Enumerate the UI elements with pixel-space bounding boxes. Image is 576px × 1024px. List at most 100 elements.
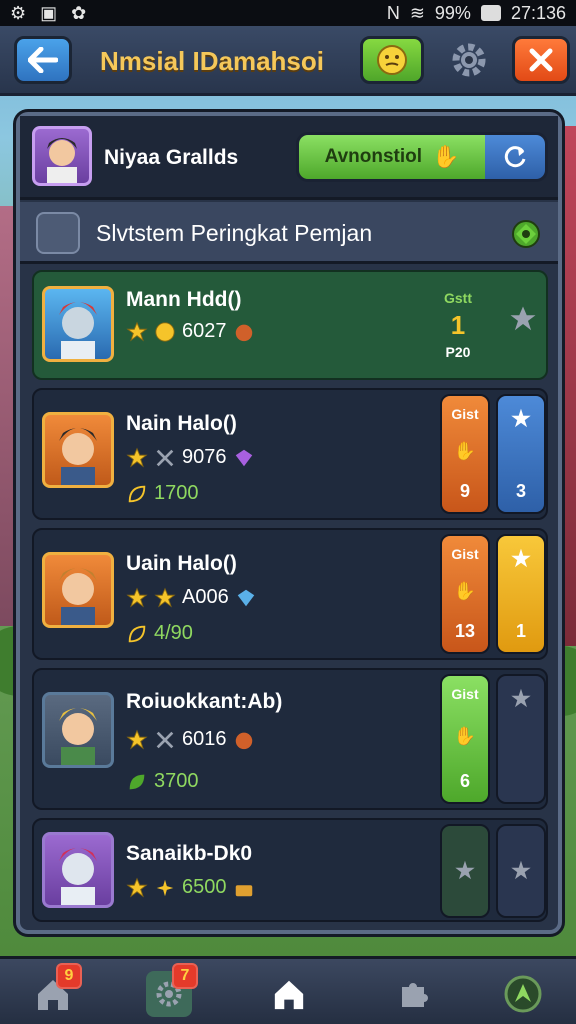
player-stats: 9076	[126, 446, 255, 469]
puzzle-icon	[402, 983, 428, 1007]
signal-indicator: N	[386, 2, 400, 23]
user-header: Niyaa Grallds Avnonstiol ✋	[20, 116, 558, 200]
wifi-icon: ≋	[409, 2, 425, 23]
rank-chip[interactable]: Gist ✋ 13	[440, 534, 490, 654]
fruit-icon	[235, 324, 252, 341]
rank-chip[interactable]: Gist ✋ 9	[440, 394, 490, 514]
top-bar: Nmsial IDamahsoi	[0, 26, 576, 96]
player-stats: 6500	[126, 876, 255, 899]
back-button[interactable]	[14, 36, 72, 84]
player-score: A006	[182, 586, 229, 608]
star-icon	[154, 587, 176, 608]
star-chip[interactable]: ★	[496, 674, 546, 804]
player-stats: A006	[126, 586, 257, 609]
chip-value: 9	[459, 481, 470, 501]
page-title: Nmsial IDamahsoi	[100, 46, 324, 76]
chip-value: 6	[459, 771, 470, 791]
chip-label: Gist	[451, 686, 479, 702]
player-row-5[interactable]: Sanaikb-Dk0 6500 ★ ★	[32, 818, 548, 922]
avatar-portrait-icon	[47, 138, 77, 183]
star-icon: ★	[511, 546, 531, 571]
sparkle-icon	[156, 879, 174, 896]
chip-value: 13	[454, 621, 476, 641]
player-avatar	[42, 832, 114, 908]
hand-icon: ✋	[432, 144, 460, 169]
close-button[interactable]	[512, 36, 570, 84]
basket-icon	[235, 884, 252, 896]
star-icon	[126, 877, 148, 898]
rank-chip[interactable]: Gist ✋ 6	[440, 674, 490, 804]
user-name: Niyaa Grallds	[104, 146, 239, 169]
player-score: 6027	[182, 320, 227, 342]
player-secondary-stat: 4/90	[126, 622, 193, 645]
fruit-icon	[235, 732, 252, 749]
emote-button[interactable]	[360, 36, 424, 84]
player-portrait-icon	[59, 848, 97, 905]
gem-icon	[237, 589, 254, 606]
rank-chip: Gstt 1 P20	[430, 280, 486, 370]
player-row-2[interactable]: Nain Halo() 9076 1700 Gist ✋ 9 ★ 3	[32, 388, 548, 520]
smiley-icon	[377, 45, 407, 75]
player-score: 6016	[182, 728, 227, 750]
player-row-1[interactable]: Mann Hdd() 6027 Gstt 1 P20	[32, 270, 548, 380]
player-score: 6500	[182, 876, 227, 898]
nav-map[interactable]	[500, 971, 546, 1017]
battery-text: 99%	[434, 2, 471, 23]
player-name: Roiuokkant:Ab)	[126, 690, 283, 713]
bottom-nav: 9 7	[0, 956, 576, 1024]
leaf-icon	[128, 625, 146, 642]
star-icon	[126, 321, 148, 342]
star-chip[interactable]: ★ 1	[496, 534, 546, 654]
nav-home-active[interactable]	[266, 971, 312, 1017]
player-row-3[interactable]: Uain Halo() A006 4/90 Gist ✋ 13 ★ 1	[32, 528, 548, 660]
notification-badge: 7	[172, 963, 198, 989]
player-score: 9076	[182, 446, 227, 468]
star-icon: ★	[511, 858, 531, 883]
player-avatar	[42, 692, 114, 768]
announcement-button[interactable]: Avnonstiol ✋	[296, 132, 548, 182]
section-title: Slvtstem Peringkat Pemjan	[96, 220, 373, 246]
rank-label: Gstt	[444, 290, 472, 306]
user-avatar[interactable]	[32, 126, 92, 186]
chip-icon: ✋	[453, 726, 477, 746]
gear-badge-icon[interactable]	[510, 218, 542, 250]
section-header: Slvtstem Peringkat Pemjan	[20, 202, 558, 264]
star-chip[interactable]: ★	[440, 824, 490, 918]
star-icon	[126, 447, 148, 468]
player-stats: 6027	[126, 320, 255, 343]
player-secondary: 1700	[154, 482, 199, 504]
announcement-label: Avnonstiol	[324, 146, 423, 167]
star-outline-icon[interactable]	[508, 304, 538, 334]
player-stats: 6016	[126, 728, 255, 751]
star-chip[interactable]: ★	[496, 824, 546, 918]
player-secondary: 4/90	[154, 622, 193, 644]
nav-settings[interactable]: 7	[146, 963, 198, 1017]
settings-button[interactable]	[440, 36, 498, 84]
star-icon	[126, 729, 148, 750]
player-name: Uain Halo()	[126, 552, 237, 575]
arrow-left-icon	[28, 47, 58, 73]
notification-badge: 9	[56, 963, 82, 989]
swords-icon	[156, 449, 174, 466]
player-row-4[interactable]: Roiuokkant:Ab) 6016 3700 Gist ✋ 6 ★	[32, 668, 548, 810]
chip-icon: ✋	[453, 581, 477, 601]
player-portrait-icon	[59, 302, 97, 359]
player-name: Mann Hdd()	[126, 288, 242, 311]
rank-sub: P20	[445, 344, 471, 360]
nav-puzzle[interactable]	[390, 971, 436, 1017]
player-portrait-icon	[59, 428, 97, 485]
nav-home[interactable]: 9	[30, 963, 82, 1017]
chip-label: Gist	[451, 546, 479, 562]
player-portrait-icon	[59, 708, 97, 765]
battery-icon	[480, 5, 501, 21]
player-avatar	[42, 552, 114, 628]
house-icon	[274, 980, 304, 1010]
star-icon: ★	[511, 406, 531, 431]
player-secondary-stat: 3700	[126, 770, 199, 793]
close-icon	[529, 48, 553, 72]
gear-icon	[452, 43, 486, 77]
paw-icon: ✿	[71, 2, 87, 23]
gear-icon: ⚙	[10, 2, 27, 23]
star-chip[interactable]: ★ 3	[496, 394, 546, 514]
status-bar: ⚙ ▣ ✿ N ≋ 99% 27:136	[0, 0, 576, 26]
